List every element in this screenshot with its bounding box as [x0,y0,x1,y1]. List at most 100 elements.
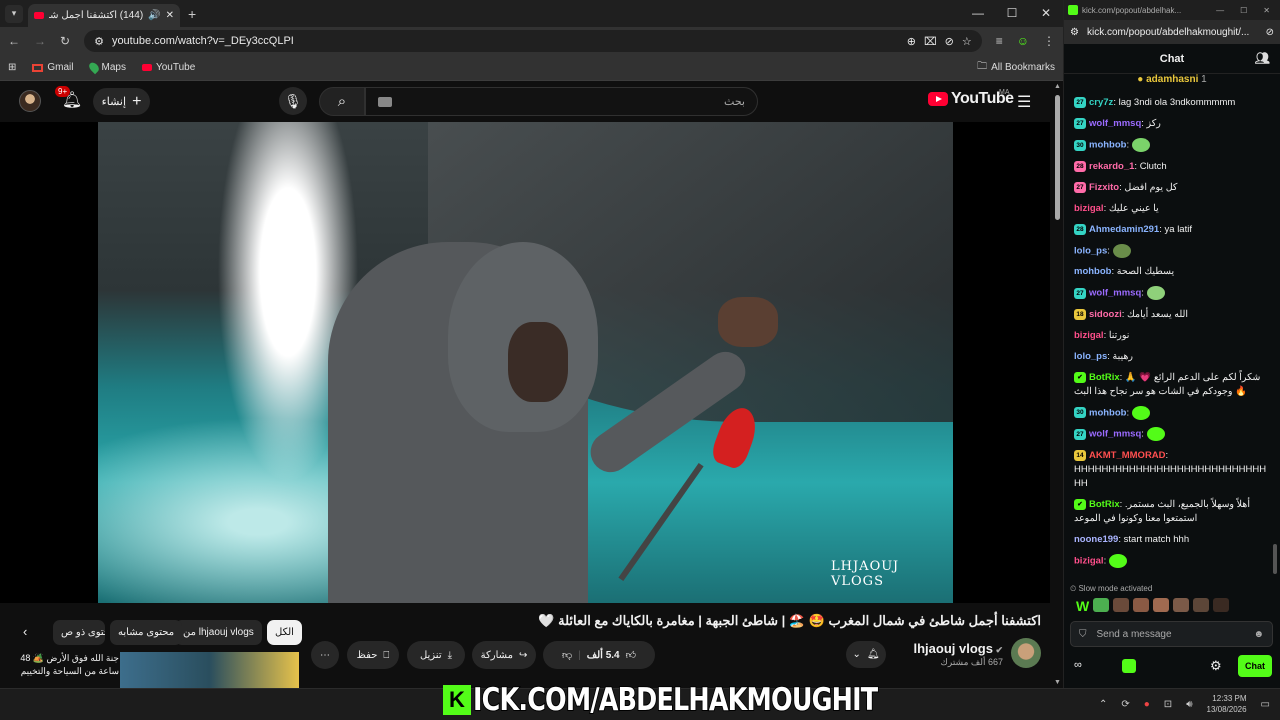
reload-icon[interactable]: ↻ [60,34,70,48]
share-button[interactable]: مشاركة ↪ [472,641,536,669]
kick-minimize[interactable]: — [1216,6,1224,15]
chat-username[interactable]: sidoozi [1089,309,1122,320]
chat-username[interactable]: noone199 [1074,534,1118,545]
chat-username[interactable]: cry7z [1089,97,1113,108]
apps-icon[interactable]: ⊞ [8,62,16,73]
all-bookmarks[interactable]: 🗀 All Bookmarks [977,59,1055,76]
notification-icon[interactable]: ▭ [1261,699,1270,710]
media-icon[interactable]: ≡ [996,34,1003,48]
send-message-input[interactable]: ⛉ Send a message ☻ [1070,621,1273,647]
chat-send-button[interactable]: Chat [1238,655,1272,677]
scroll-thumb[interactable] [1055,95,1060,220]
emote-icon[interactable] [1093,598,1110,612]
chat-username[interactable]: mohbob [1089,140,1126,151]
chips-prev-icon[interactable]: ‹ [23,624,27,639]
site-info-icon[interactable]: ⚙ [1070,27,1079,38]
channel-avatar[interactable] [1011,638,1041,668]
voice-search-mic-icon[interactable]: 🎙︎ [279,87,307,115]
more-actions-button[interactable]: ⋯ [311,641,339,669]
users-icon[interactable]: 👥︎ [1255,51,1270,65]
emote-icon[interactable] [1173,598,1190,612]
emote-icon[interactable] [1113,598,1130,612]
zoom-icon[interactable]: ⊕ [907,35,916,48]
chat-username[interactable]: wolf_mmsq [1089,288,1141,299]
w-emote-icon[interactable]: W [1076,598,1089,614]
tab-youtube[interactable]: (144) اكتشفنا أجمل شاطئ ف... 🔊 ✕ [28,4,180,27]
emote-icon[interactable] [1153,598,1170,612]
rec-title[interactable]: جنة الله فوق الأرض 🏕️ 48 ساعة من السياحة… [19,652,119,678]
keyboard-icon[interactable] [378,96,392,107]
emote-icon[interactable] [1193,598,1210,612]
forward-icon[interactable]: → [34,34,46,48]
search-input[interactable]: بحث [365,87,758,116]
chat-username[interactable]: mohbob [1074,266,1111,277]
chat-messages[interactable]: 27 cry7z: lag 3ndi ola 3ndkommmmm 27 wolf_m… [1064,96,1270,582]
account-avatar[interactable] [19,90,41,112]
chat-username[interactable]: bizigal [1074,555,1104,566]
emote-icon[interactable] [1213,598,1230,612]
chip-all[interactable]: الكل [267,620,302,645]
chat-username[interactable]: bizigal [1074,330,1104,341]
rec-thumbnail[interactable] [120,652,299,688]
kick-url-bar[interactable]: ⚙ kick.com/popout/abdelhakmoughit/... ⊘ [1064,20,1280,44]
save-button[interactable]: حفظ ⎕ [347,641,399,669]
translate-icon[interactable]: ⌧ [924,35,937,48]
address-bar[interactable]: ⚙ youtube.com/watch?v=_DEy3ccQLPI ⊕ ⌧ ⊘ … [84,30,982,52]
eye-off-icon[interactable]: ⊘ [945,35,954,48]
eye-off-icon[interactable]: ⊘ [1266,27,1274,38]
mic-icon[interactable]: ● [1144,699,1150,710]
chat-username[interactable]: bizigal [1074,203,1104,214]
download-button[interactable]: تنزيل ⤓ [407,641,465,669]
chat-username[interactable]: AKMT_MMORAD [1089,450,1166,461]
chat-username[interactable]: BotRix [1089,372,1120,383]
like-icon[interactable]: 👍︎ [626,649,636,661]
site-info-icon[interactable]: ⚙ [94,35,104,48]
extension-icon[interactable]: ☺ [1017,34,1029,48]
kick-maximize[interactable]: ☐ [1240,6,1247,15]
close-tab-icon[interactable]: ✕ [166,10,174,21]
chat-username[interactable]: Fizxito [1089,182,1119,193]
tab-search-button[interactable]: ▾ [5,4,23,23]
kick-close[interactable]: ✕ [1263,6,1270,15]
chip-more[interactable]: محتوى ذو ص [53,620,105,645]
chat-scrollbar[interactable] [1273,96,1277,576]
chevron-up-icon[interactable]: ⌃ [1099,699,1107,710]
new-tab-button[interactable]: + [188,6,196,22]
volume-icon[interactable]: 🔊︎ [1186,699,1192,710]
scroll-up-icon[interactable]: ▲ [1054,83,1061,90]
recommended-video[interactable]: جنة الله فوق الأرض 🏕️ 48 ساعة من السياحة… [15,652,300,688]
emote-bar[interactable]: W [1076,598,1271,614]
sync-icon[interactable]: ⟳ [1121,699,1129,710]
chat-username[interactable]: lolo_ps [1074,351,1107,362]
close-window-button[interactable]: ✕ [1029,0,1063,27]
pinned-user[interactable]: ● adamhasni 1 [1064,74,1280,88]
settings-gear-icon[interactable]: ⚙ [1210,658,1222,674]
emote-icon[interactable] [1133,598,1150,612]
chip-related[interactable]: محتوى مشابه [110,620,183,645]
network-icon[interactable]: ⊡ [1164,699,1172,710]
emoji-icon[interactable]: ☻ [1253,629,1264,640]
dislike-icon[interactable]: 👎︎ [562,649,572,661]
chat-username[interactable]: lolo_ps [1074,245,1107,256]
video-player[interactable]: LHJAOUJ VLOGS [0,122,1050,603]
chat-username[interactable]: wolf_mmsq [1089,118,1141,129]
video-frame[interactable]: LHJAOUJ VLOGS [98,122,953,603]
bookmark-gmail[interactable]: Gmail [32,62,74,73]
subscription-bell-button[interactable]: ⌄ 🔔︎ [846,641,886,668]
bookmark-maps[interactable]: Maps [86,60,126,75]
channel-name[interactable]: ✔ lhjaouj vlogs [913,641,1003,656]
create-button[interactable]: إنشاء + [93,88,150,115]
clock[interactable]: 12:33 PM 13/08/2026 [1207,693,1247,715]
chat-scroll-thumb[interactable] [1273,544,1277,574]
bookmark-star-icon[interactable]: ☆ [962,35,972,48]
kick-icon[interactable] [1122,659,1136,673]
menu-icon[interactable]: ⋮ [1043,34,1055,48]
points-icon[interactable]: ∞ [1074,659,1082,671]
scroll-down-icon[interactable]: ▼ [1054,679,1061,686]
chat-username[interactable]: rekardo_1 [1089,161,1134,172]
bookmark-youtube[interactable]: YouTube [141,62,195,73]
search-button[interactable]: ⌕ [319,87,365,116]
back-icon[interactable]: ← [8,34,20,48]
chip-from-channel[interactable]: من lhjaouj vlogs [175,620,262,645]
chat-username[interactable]: wolf_mmsq [1089,429,1141,440]
